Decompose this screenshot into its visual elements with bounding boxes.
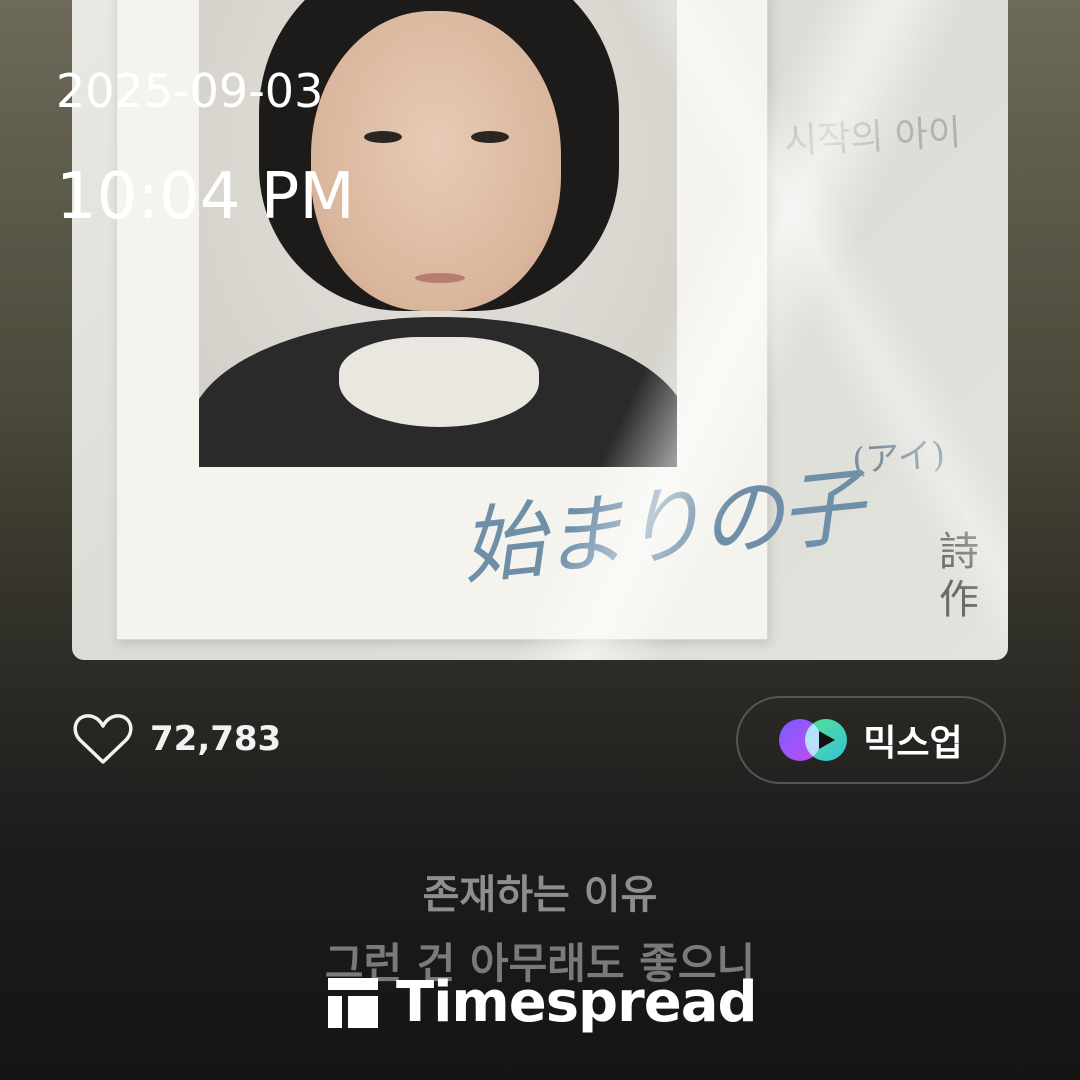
time-label: 10:04 PM [56, 160, 355, 234]
stamp-line-1: 詩 [939, 529, 979, 575]
like-count: 72,783 [150, 719, 282, 759]
mixup-button[interactable]: 믹스업 [736, 696, 1006, 784]
mixup-label: 믹스업 [863, 723, 963, 764]
mixup-icon [779, 719, 848, 761]
date-label: 2025-09-03 [56, 64, 324, 118]
heart-outline-icon [73, 714, 133, 764]
stamp-line-2: 作 [939, 577, 979, 623]
album-korean-title: 시작의 아이 [783, 112, 963, 163]
like-button[interactable]: 72,783 [72, 712, 281, 766]
watermark: Timespread [328, 970, 758, 1035]
watermark-text: Timespread [396, 970, 758, 1035]
lyric-line-current: 존재하는 이유 [422, 872, 658, 918]
album-stamp: 詩 作 [934, 528, 984, 624]
timespread-logo-icon [328, 977, 378, 1028]
album-title-reading: (アイ) [850, 434, 947, 482]
